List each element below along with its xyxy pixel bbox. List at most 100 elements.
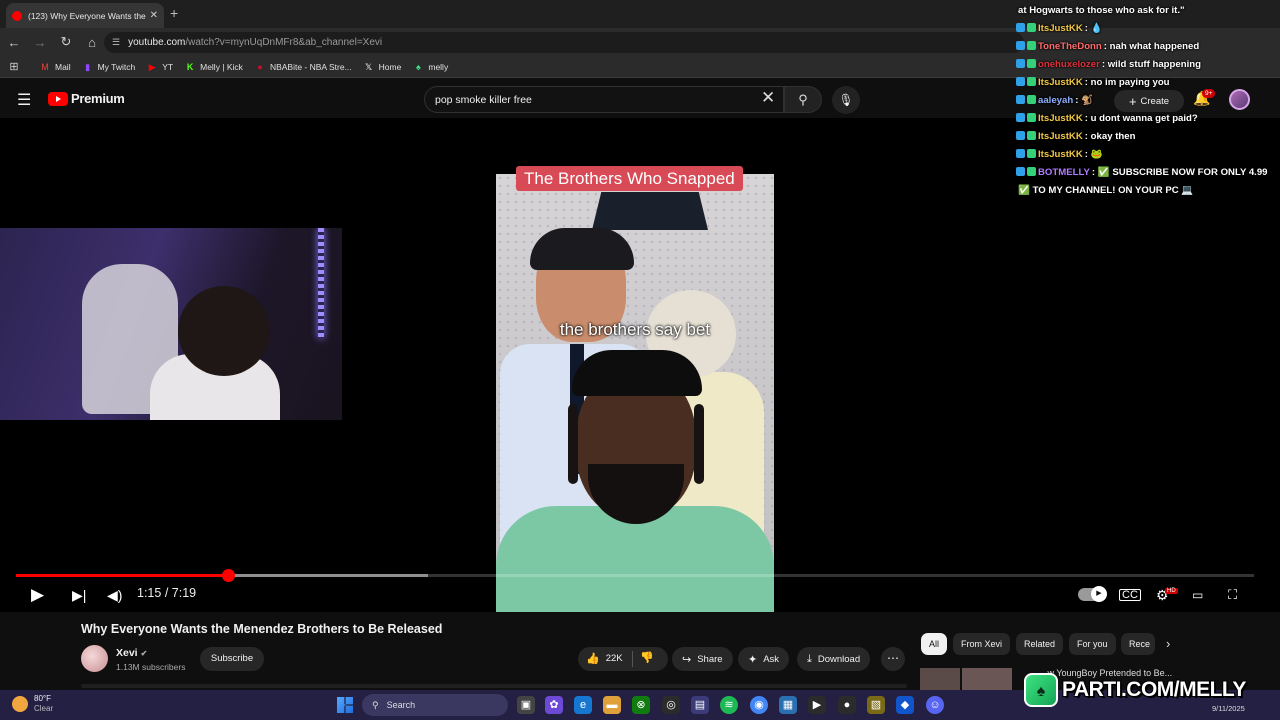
task-view-icon[interactable]: ▣: [517, 696, 535, 714]
more-actions-icon[interactable]: ⋯: [881, 647, 905, 671]
chat-username[interactable]: ItsJustKK: [1038, 77, 1083, 88]
bookmark-melly[interactable]: ♠ melly: [413, 62, 448, 72]
chat-badge-icon: [1027, 59, 1036, 68]
channel-name[interactable]: Xevi ✔: [116, 647, 147, 659]
close-tab-icon[interactable]: ✕: [150, 10, 158, 21]
back-arrow-icon[interactable]: ←: [2, 35, 26, 50]
play-icon[interactable]: ▶: [31, 585, 44, 605]
menu-hamburger-icon[interactable]: ☰: [17, 90, 31, 110]
fullscreen-icon[interactable]: ⛶: [1228, 585, 1237, 605]
chat-badge-icon: [1027, 131, 1036, 140]
chat-message: BOTMELLY: ✅ SUBSCRIBE NOW FOR ONLY 4.99: [1016, 164, 1280, 182]
chat-username[interactable]: BOTMELLY: [1038, 167, 1090, 178]
streamer-head-shape: [178, 286, 270, 376]
url-host: youtube.com: [128, 37, 186, 48]
chrome-icon[interactable]: ◉: [750, 696, 768, 714]
channel-avatar[interactable]: [81, 645, 108, 672]
youtube-premium-logo[interactable]: Premium: [48, 91, 125, 106]
video-frame[interactable]: [496, 174, 774, 612]
chat-message: at Hogwarts to those who ask for it.": [1016, 2, 1280, 20]
chip-for-you[interactable]: For you: [1069, 633, 1116, 655]
site-info-icon[interactable]: ☰: [112, 37, 120, 48]
dislike-button[interactable]: 👎: [640, 651, 654, 664]
chat-username[interactable]: ItsJustKK: [1038, 131, 1083, 142]
chat-username[interactable]: ItsJustKK: [1038, 23, 1083, 34]
chat-username[interactable]: ItsJustKK: [1038, 149, 1083, 160]
new-tab-button[interactable]: +: [170, 5, 178, 21]
chat-text: at Hogwarts to those who ask for it.": [1018, 5, 1185, 16]
taskbar-search[interactable]: ⚲ Search: [362, 694, 508, 716]
progress-bar[interactable]: [16, 569, 1254, 582]
bookmark-my-twitch[interactable]: ▮ My Twitch: [83, 62, 135, 72]
theater-mode-icon[interactable]: ▭: [1192, 585, 1203, 605]
subscribe-button[interactable]: Subscribe: [200, 647, 264, 671]
chevron-right-icon[interactable]: ›: [1166, 636, 1170, 651]
browser-tab-active[interactable]: (123) Why Everyone Wants the ✕: [6, 3, 164, 28]
up-next-thumbnail-2[interactable]: [962, 668, 1012, 690]
forward-arrow-icon[interactable]: →: [28, 35, 52, 50]
verified-check-icon: ✔: [140, 649, 148, 658]
search-input[interactable]: pop smoke killer free: [424, 86, 784, 113]
search-button[interactable]: ⚲: [784, 86, 822, 113]
chip-all[interactable]: All: [921, 633, 948, 655]
chat-text: 🐸: [1090, 149, 1103, 160]
captions-icon[interactable]: CC: [1119, 589, 1141, 601]
ask-button[interactable]: ✦ Ask: [738, 647, 790, 671]
chat-text: ✅ TO MY CHANNEL! ON YOUR PC 💻: [1018, 185, 1194, 196]
bookmark-melly-kick[interactable]: K Melly | Kick: [185, 62, 243, 72]
scrubber-handle[interactable]: [221, 569, 235, 582]
roblox-icon[interactable]: ◆: [896, 696, 914, 714]
home-icon[interactable]: ⌂: [80, 35, 104, 50]
chip-recently-uploaded[interactable]: Rece: [1121, 633, 1155, 655]
copilot-icon[interactable]: ✿: [545, 696, 563, 714]
bookmark-nbabite[interactable]: ● NBABite - NBA Stre...: [255, 62, 351, 72]
temperature: 80°F: [34, 694, 51, 703]
led-strip-shape: [318, 228, 324, 338]
chat-text: u dont wanna get paid?: [1090, 113, 1198, 124]
download-button[interactable]: ⤓ Download: [797, 647, 871, 671]
app-icon[interactable]: ▧: [867, 696, 885, 714]
bookmark-yt[interactable]: ▶ YT: [147, 62, 173, 72]
reload-icon[interactable]: ↻: [54, 34, 78, 50]
chat-username[interactable]: aaleyah: [1038, 95, 1073, 106]
share-button[interactable]: ↪ Share: [672, 647, 733, 671]
chat-badge-icon: [1016, 59, 1025, 68]
obs-icon[interactable]: ●: [838, 696, 856, 714]
like-button[interactable]: 👍 22K: [586, 652, 623, 665]
chip-related[interactable]: Related: [1016, 633, 1064, 655]
man-hair-shape: [530, 228, 634, 270]
autoplay-toggle[interactable]: [1078, 586, 1107, 602]
discord-icon[interactable]: ☺: [926, 696, 944, 714]
chat-badge-icon: [1016, 95, 1025, 104]
video-overlay-title: The Brothers Who Snapped: [516, 166, 743, 191]
steam-icon[interactable]: ◎: [662, 696, 680, 714]
apps-grid-icon[interactable]: ⊞: [2, 60, 26, 73]
chat-username[interactable]: ItsJustKK: [1038, 113, 1083, 124]
store-icon[interactable]: ▤: [691, 696, 709, 714]
voice-search-icon[interactable]: 🎙: [832, 86, 860, 114]
next-video-icon[interactable]: ▶|: [72, 585, 86, 605]
weather-widget[interactable]: 80°F Clear: [12, 694, 53, 714]
up-next-thumbnail[interactable]: [920, 668, 960, 690]
photos-icon[interactable]: ▦: [779, 696, 797, 714]
bookmark-mail[interactable]: M Mail: [40, 62, 70, 72]
chat-username[interactable]: onehuxelozer: [1038, 59, 1100, 70]
address-bar[interactable]: ☰ youtube.com/watch?v=mynUqDnMFr8&ab_cha…: [104, 32, 1024, 53]
description-box-edge: [81, 684, 907, 688]
sparkle-icon: ✦: [748, 653, 758, 666]
bookmark-label: melly: [428, 61, 449, 72]
clear-search-icon[interactable]: ✕: [761, 88, 775, 108]
bookmark-home[interactable]: 𝕏 Home: [364, 61, 402, 72]
spotify-icon[interactable]: ≋: [720, 696, 738, 714]
xbox-icon[interactable]: ⊗: [632, 696, 650, 714]
chat-username[interactable]: ToneTheDonn: [1038, 41, 1102, 52]
chat-text: okay then: [1090, 131, 1136, 142]
chip-from-xevi[interactable]: From Xevi: [953, 633, 1011, 655]
edge-icon[interactable]: e: [574, 696, 592, 714]
bookmark-label: Home: [378, 61, 402, 72]
watermark-text: PARTI.COM/MELLY: [1062, 678, 1246, 701]
volume-icon[interactable]: ◀): [107, 585, 122, 605]
file-explorer-icon[interactable]: ▬: [603, 696, 621, 714]
media-player-icon[interactable]: ▶: [808, 696, 826, 714]
video-title: Why Everyone Wants the Menendez Brothers…: [81, 622, 443, 636]
